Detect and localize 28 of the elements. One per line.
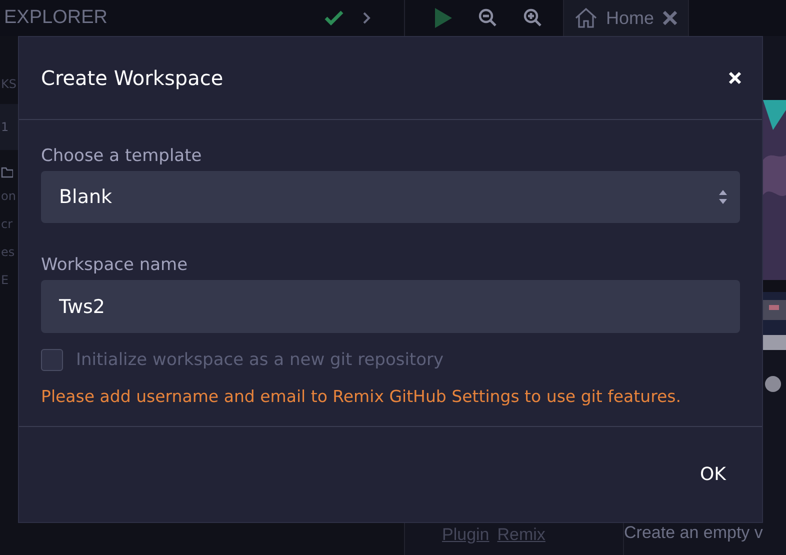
ok-button[interactable]: OK [698, 458, 728, 491]
remix-link[interactable]: Remix [497, 525, 546, 545]
file-item[interactable]: on [0, 182, 16, 210]
play-icon[interactable] [433, 7, 453, 29]
file-item[interactable]: es [0, 238, 15, 266]
warning-text: Please add username and email to Remix GitHub Settings to use git features. [41, 387, 682, 406]
slider-knob[interactable] [765, 376, 781, 392]
dialog-title: Create Workspace [41, 66, 224, 90]
file-item[interactable]: cr [0, 210, 13, 238]
tab-label: Home [606, 8, 654, 28]
template-select[interactable]: Blank [41, 171, 740, 223]
house-icon [574, 6, 598, 30]
zoom-in-icon[interactable] [523, 8, 543, 28]
check-icon[interactable] [324, 10, 344, 26]
description-text: Create an empty v [624, 523, 763, 543]
panel-title: EXPLORER [4, 7, 108, 29]
chevron-right-icon[interactable] [362, 11, 372, 25]
sort-arrows-icon [718, 188, 728, 206]
folder-icon [1, 166, 13, 178]
plugin-link[interactable]: Plugin [442, 525, 490, 545]
workspace-name-field[interactable]: Tws2 [41, 280, 740, 333]
home-tab[interactable]: Home [563, 0, 690, 36]
checkbox-label: Initialize workspace as a new git repository [76, 350, 444, 370]
field-label: Choose a template [41, 146, 203, 166]
zoom-out-icon[interactable] [478, 8, 498, 28]
section-heading: KS [0, 76, 16, 93]
file-item[interactable]: E [0, 266, 9, 294]
field-label: Workspace name [41, 255, 189, 275]
